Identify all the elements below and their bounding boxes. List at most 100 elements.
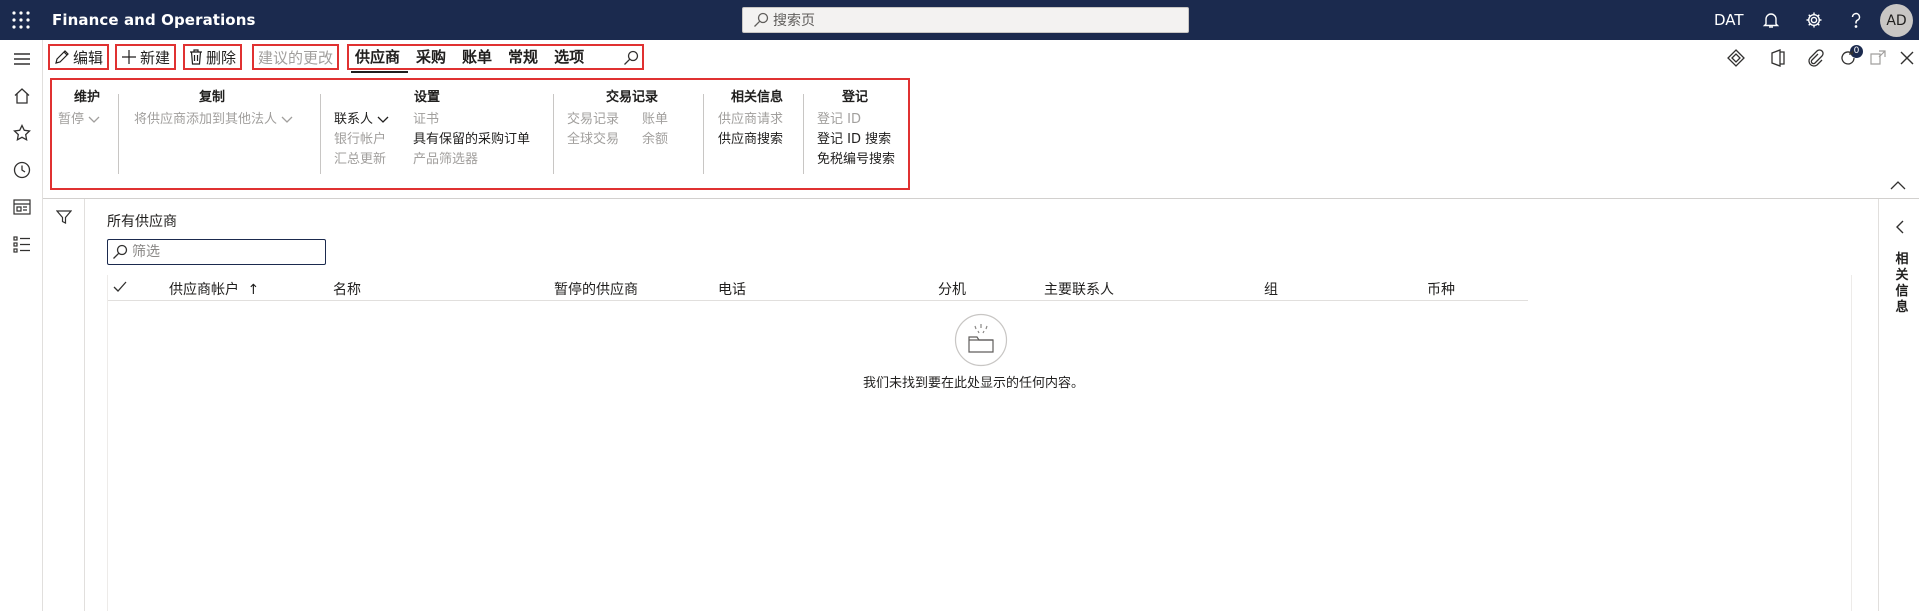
recent-clock-icon[interactable]	[11, 159, 33, 181]
balance-button[interactable]: 余额	[642, 128, 668, 147]
modules-list-icon[interactable]	[11, 233, 33, 255]
column-vendor-on-hold[interactable]: 暂停的供应商	[554, 279, 638, 299]
company-picker[interactable]: DAT	[1714, 11, 1744, 29]
gear-icon[interactable]	[1803, 9, 1825, 31]
group-maintain: 维护	[62, 86, 112, 105]
hold-menu[interactable]: 暂停	[58, 108, 100, 127]
new-label: 新建	[140, 48, 171, 67]
group-copy: 复制	[127, 86, 297, 105]
invoices-button[interactable]: 账单	[642, 108, 668, 127]
group-setup: 设置	[327, 86, 527, 105]
group-setup-title: 设置	[413, 90, 440, 105]
tab-invoice[interactable]: 账单	[456, 46, 502, 68]
chevron-up-icon[interactable]	[1890, 180, 1906, 190]
action-ribbon: 维护 暂停 复制 将供应商添加到其他法人 设置 联系人 银行帐户 汇总更新 证书…	[50, 78, 910, 190]
registration-id-search-button[interactable]: 登记 ID 搜索	[817, 128, 891, 147]
chevron-down-icon	[281, 116, 293, 124]
ribbon-separator	[703, 94, 704, 174]
edit-label: 编辑	[73, 48, 104, 67]
transactions-button[interactable]: 交易记录	[567, 108, 619, 127]
grid-filter-input[interactable]	[107, 239, 326, 265]
tab-vendor[interactable]: 供应商	[349, 46, 410, 73]
column-extension[interactable]: 分机	[938, 279, 966, 299]
app-launcher-icon[interactable]	[11, 10, 31, 30]
group-registration: 登记	[810, 86, 900, 105]
vendors-grid: 供应商帐户 ↑ 名称 暂停的供应商 电话 分机 主要联系人 组 币种 我们未找到…	[107, 275, 1852, 611]
page-search-box[interactable]: 搜索页	[742, 7, 1189, 33]
vendor-requests-button[interactable]: 供应商请求	[718, 108, 783, 127]
help-icon[interactable]	[1845, 9, 1867, 31]
held-purchase-orders-button[interactable]: 具有保留的采购订单	[413, 128, 530, 147]
hamburger-menu-icon[interactable]	[11, 48, 33, 70]
grid-header: 供应商帐户 ↑ 名称 暂停的供应商 电话 分机 主要联系人 组 币种	[108, 275, 1528, 301]
chevron-down-icon	[88, 116, 100, 124]
edit-button[interactable]: 编辑	[48, 44, 110, 70]
view-title[interactable]: 所有供应商	[107, 211, 177, 231]
bank-accounts-button[interactable]: 银行帐户	[334, 128, 386, 147]
group-registration-title: 登记	[841, 90, 868, 105]
plus-icon	[121, 49, 137, 65]
add-to-legal-label: 将供应商添加到其他法人	[134, 112, 278, 127]
column-name[interactable]: 名称	[333, 279, 361, 299]
action-pane: 编辑 新建 删除 建议的更改 供应商 采购 账单 常规 选项 0	[43, 40, 1919, 78]
certificates-button[interactable]: 证书	[413, 108, 439, 127]
filter-funnel-icon[interactable]	[55, 208, 73, 226]
open-new-window-icon[interactable]	[1868, 48, 1888, 68]
global-transactions-button[interactable]: 全球交易	[567, 128, 619, 147]
group-related-info: 相关信息	[712, 86, 802, 105]
product-filter-button[interactable]: 产品筛选器	[413, 148, 478, 167]
chevron-left-icon[interactable]	[1895, 220, 1905, 234]
top-navigation-bar: Finance and Operations 搜索页 DAT AD	[0, 0, 1919, 40]
refresh-icon[interactable]	[1838, 48, 1858, 68]
column-primary-contact[interactable]: 主要联系人	[1044, 279, 1114, 299]
action-tabs: 供应商 采购 账单 常规 选项	[347, 44, 644, 73]
column-vendor-account[interactable]: 供应商帐户 ↑	[169, 279, 259, 299]
tab-options[interactable]: 选项	[548, 46, 594, 68]
filter-text-field[interactable]	[132, 244, 312, 260]
power-apps-icon[interactable]	[1726, 48, 1746, 68]
add-to-other-legal-entities-menu[interactable]: 将供应商添加到其他法人	[134, 108, 293, 127]
group-copy-title: 复制	[198, 90, 225, 105]
action-search-icon[interactable]	[621, 48, 641, 68]
group-transactions: 交易记录	[562, 86, 702, 105]
vendor-search-button[interactable]: 供应商搜索	[718, 128, 783, 147]
contacts-label: 联系人	[334, 112, 374, 127]
column-currency[interactable]: 币种	[1427, 279, 1455, 299]
column-vendor-account-label: 供应商帐户	[169, 282, 239, 298]
pencil-icon	[54, 49, 70, 65]
bell-icon[interactable]	[1760, 9, 1782, 31]
workspaces-icon[interactable]	[11, 196, 33, 218]
favorites-star-icon[interactable]	[11, 122, 33, 144]
trash-icon	[189, 49, 203, 65]
search-icon	[753, 12, 769, 28]
tab-general[interactable]: 常规	[502, 46, 548, 68]
chevron-down-icon	[377, 116, 389, 124]
group-related-info-title: 相关信息	[730, 90, 783, 105]
ribbon-separator	[320, 94, 321, 174]
group-transactions-title: 交易记录	[605, 90, 658, 105]
delete-button[interactable]: 删除	[183, 44, 243, 70]
attachments-icon[interactable]	[1805, 48, 1825, 68]
close-icon[interactable]	[1897, 48, 1917, 68]
registration-id-button[interactable]: 登记 ID	[817, 108, 861, 127]
select-all-checkmark-icon[interactable]	[113, 280, 127, 294]
hold-label: 暂停	[58, 112, 85, 127]
delete-label: 删除	[206, 48, 237, 67]
suggest-changes-button[interactable]: 建议的更改	[252, 44, 340, 70]
empty-folder-icon	[954, 313, 1008, 367]
summary-update-button[interactable]: 汇总更新	[334, 148, 386, 167]
contacts-menu[interactable]: 联系人	[334, 108, 389, 127]
column-phone[interactable]: 电话	[718, 279, 746, 299]
app-title[interactable]: Finance and Operations	[52, 11, 256, 29]
tab-procurement[interactable]: 采购	[410, 46, 456, 68]
new-button[interactable]: 新建	[115, 44, 177, 70]
related-info-pane-label[interactable]: 相关信息	[1894, 252, 1910, 316]
user-avatar[interactable]: AD	[1880, 4, 1913, 37]
home-icon[interactable]	[11, 85, 33, 107]
tax-exempt-number-search-button[interactable]: 免税编号搜索	[817, 148, 895, 167]
ribbon-separator	[803, 94, 804, 174]
column-group[interactable]: 组	[1264, 279, 1278, 299]
group-maintain-title: 维护	[73, 90, 100, 105]
office-icon[interactable]	[1768, 48, 1788, 68]
ribbon-separator	[118, 94, 119, 174]
